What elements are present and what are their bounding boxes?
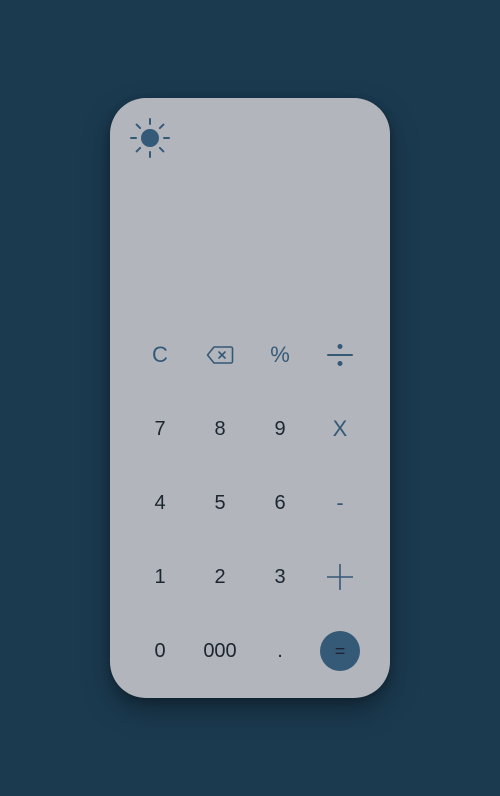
minus-button[interactable]: - — [310, 473, 370, 533]
backspace-icon — [206, 346, 234, 364]
decimal-button[interactable]: . — [250, 621, 310, 681]
theme-toggle-button[interactable] — [130, 118, 170, 158]
digit-9-button[interactable]: 9 — [250, 399, 310, 459]
percent-button[interactable]: % — [250, 325, 310, 385]
plus-icon — [327, 564, 353, 590]
digit-7-button[interactable]: 7 — [130, 399, 190, 459]
backspace-button[interactable] — [190, 325, 250, 385]
digit-6-button[interactable]: 6 — [250, 473, 310, 533]
equals-label: = — [320, 631, 360, 671]
digit-5-button[interactable]: 5 — [190, 473, 250, 533]
multiply-button[interactable]: X — [310, 399, 370, 459]
divide-icon — [327, 344, 353, 366]
equals-button[interactable]: = — [310, 621, 370, 681]
plus-button[interactable] — [310, 547, 370, 607]
digit-4-button[interactable]: 4 — [130, 473, 190, 533]
digit-2-button[interactable]: 2 — [190, 547, 250, 607]
digit-3-button[interactable]: 3 — [250, 547, 310, 607]
digit-8-button[interactable]: 8 — [190, 399, 250, 459]
divide-button[interactable] — [310, 325, 370, 385]
digit-0-button[interactable]: 0 — [130, 621, 190, 681]
calculator-panel: C % 7 8 9 X 4 5 6 - 1 2 3 0 000 . = — [110, 98, 390, 698]
sun-icon — [130, 118, 170, 158]
digit-1-button[interactable]: 1 — [130, 547, 190, 607]
calculator-display — [130, 178, 370, 318]
clear-button[interactable]: C — [130, 325, 190, 385]
triple-zero-button[interactable]: 000 — [190, 621, 250, 681]
